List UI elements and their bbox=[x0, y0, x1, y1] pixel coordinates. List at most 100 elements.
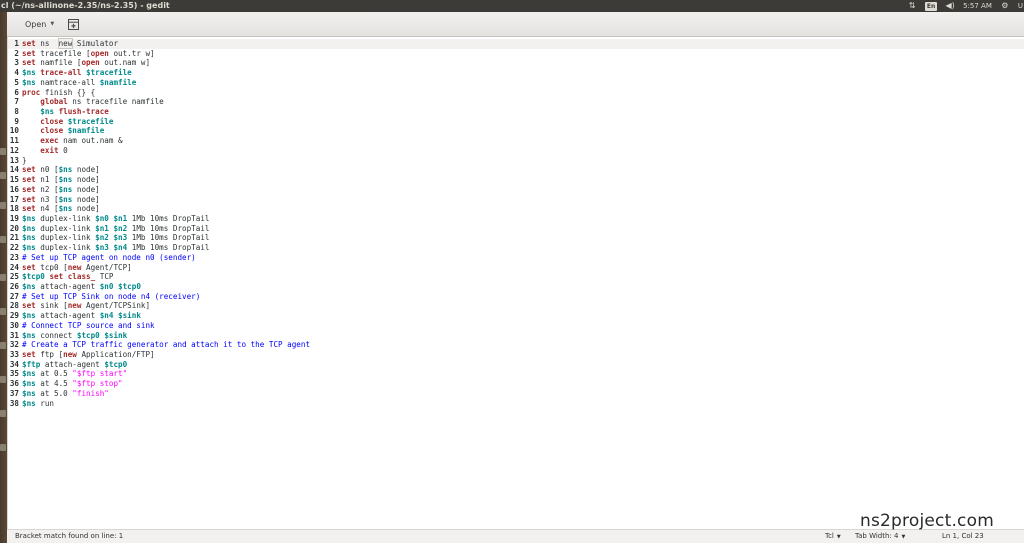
code-line[interactable]: 19 $ns duplex-link $n0 $n1 1Mb 10ms DropT… bbox=[8, 214, 1024, 224]
chevron-down-icon: ▼ bbox=[50, 21, 55, 27]
code-text: $tcp0 set class_ TCP bbox=[22, 272, 114, 282]
code-line[interactable]: 17 set n3 [$ns node] bbox=[8, 195, 1024, 205]
launcher-app-icon[interactable] bbox=[0, 444, 6, 451]
code-line[interactable]: 15 set n1 [$ns node] bbox=[8, 175, 1024, 185]
code-text: set n2 [$ns node] bbox=[22, 184, 100, 194]
code-text: $ns run bbox=[22, 398, 55, 408]
code-line[interactable]: 31 $ns connect $tcp0 $sink bbox=[8, 331, 1024, 341]
line-number: 25 bbox=[9, 272, 19, 282]
line-number: 16 bbox=[9, 184, 19, 194]
line-number: 37 bbox=[9, 388, 19, 398]
code-line[interactable]: 3 set namfile [open out.nam w] bbox=[8, 58, 1024, 68]
language-label: Tcl bbox=[825, 532, 834, 540]
code-line[interactable]: 14 set n0 [$ns node] bbox=[8, 165, 1024, 175]
launcher-app-icon[interactable] bbox=[0, 274, 6, 281]
open-button[interactable]: Open ▼ bbox=[15, 17, 61, 32]
line-number: 22 bbox=[9, 243, 19, 253]
code-line[interactable]: 35 $ns at 0.5 "$ftp start" bbox=[8, 369, 1024, 379]
line-number: 34 bbox=[9, 359, 19, 369]
code-line[interactable]: 2 set tracefile [open out.tr w] bbox=[8, 49, 1024, 59]
launcher-app-icon[interactable] bbox=[0, 376, 6, 383]
code-line[interactable]: 28 set sink [new Agent/TCPSink] bbox=[8, 301, 1024, 311]
code-text: $ftp attach-agent $tcp0 bbox=[22, 359, 128, 369]
tab-width-selector[interactable]: Tab Width: 4 ▼ bbox=[855, 530, 905, 543]
status-message: Bracket match found on line: 1 bbox=[15, 532, 124, 540]
code-line[interactable]: 22 $ns duplex-link $n3 $n4 1Mb 10ms DropT… bbox=[8, 243, 1024, 253]
code-text: set n1 [$ns node] bbox=[22, 175, 100, 185]
line-number: 12 bbox=[9, 145, 19, 155]
code-text: set n4 [$ns node] bbox=[22, 204, 100, 214]
code-line[interactable]: 21 $ns duplex-link $n2 $n3 1Mb 10ms DropT… bbox=[8, 233, 1024, 243]
launcher-app-icon[interactable] bbox=[0, 202, 6, 209]
launcher-app-icon[interactable] bbox=[0, 342, 6, 349]
code-text: # Set up TCP Sink on node n4 (receiver) bbox=[22, 291, 201, 301]
code-line[interactable]: 30 # Connect TCP source and sink bbox=[8, 321, 1024, 331]
cursor-position: Ln 1, Col 23 bbox=[942, 532, 984, 540]
code-line[interactable]: 20 $ns duplex-link $n1 $n2 1Mb 10ms DropT… bbox=[8, 224, 1024, 234]
code-text: global ns tracefile namfile bbox=[40, 97, 164, 107]
keyboard-layout-indicator[interactable]: En bbox=[925, 1, 938, 11]
code-area[interactable]: 1 set ns new Simulator 2 set tracefile [ope… bbox=[8, 38, 1024, 409]
launcher-app-icon[interactable] bbox=[0, 148, 6, 155]
code-line[interactable]: 6 proc finish {} { bbox=[8, 88, 1024, 98]
code-line[interactable]: 23 # Set up TCP agent on node n0 (sender) bbox=[8, 253, 1024, 263]
open-button-label: Open bbox=[25, 20, 47, 29]
launcher-app-icon[interactable] bbox=[0, 172, 6, 179]
code-line[interactable]: 29 $ns attach-agent $n4 $sink bbox=[8, 311, 1024, 321]
code-text: exit 0 bbox=[40, 145, 68, 155]
line-number: 21 bbox=[9, 233, 19, 243]
code-text: close $namfile bbox=[40, 126, 105, 136]
text-editor[interactable]: 1 set ns new Simulator 2 set tracefile [ope… bbox=[7, 37, 1024, 529]
code-text: $ns at 0.5 "$ftp start" bbox=[22, 369, 128, 379]
line-number: 20 bbox=[9, 223, 19, 233]
code-line[interactable]: 5 $ns namtrace-all $namfile bbox=[8, 78, 1024, 88]
new-document-button[interactable] bbox=[66, 17, 80, 31]
language-selector[interactable]: Tcl ▼ bbox=[825, 530, 841, 543]
code-text: set n3 [$ns node] bbox=[22, 194, 100, 204]
code-line[interactable]: 26 $ns attach-agent $n0 $tcp0 bbox=[8, 282, 1024, 292]
code-line[interactable]: 10 close $namfile bbox=[8, 126, 1024, 136]
code-line[interactable]: 9 close $tracefile bbox=[8, 117, 1024, 127]
line-number: 13 bbox=[9, 155, 19, 165]
code-line[interactable]: 16 set n2 [$ns node] bbox=[8, 185, 1024, 195]
code-line[interactable]: 13} bbox=[8, 156, 1024, 166]
system-tray: ⇅ En ◀) 5:57 AM ⚙ U bbox=[907, 0, 1024, 12]
code-text: proc finish {} { bbox=[22, 87, 96, 97]
code-line[interactable]: 33 set ftp [new Application/FTP] bbox=[8, 350, 1024, 360]
code-line[interactable]: 1 set ns new Simulator bbox=[8, 38, 1024, 49]
launcher-app-icon[interactable] bbox=[0, 308, 6, 315]
code-line[interactable]: 25 $tcp0 set class_ TCP bbox=[8, 272, 1024, 282]
code-line[interactable]: 32 # Create a TCP traffic generator and a… bbox=[8, 340, 1024, 350]
code-line[interactable]: 34 $ftp attach-agent $tcp0 bbox=[8, 360, 1024, 370]
new-document-icon bbox=[67, 18, 79, 30]
code-line[interactable]: 38 $ns run bbox=[8, 399, 1024, 409]
launcher-app-icon[interactable] bbox=[0, 410, 6, 417]
line-number: 24 bbox=[9, 262, 19, 272]
code-line[interactable]: 12 exit 0 bbox=[8, 146, 1024, 156]
chevron-down-icon: ▼ bbox=[901, 534, 906, 540]
gear-icon[interactable]: ⚙ bbox=[1000, 1, 1010, 11]
launcher-app-icon[interactable] bbox=[0, 236, 6, 243]
line-number: 9 bbox=[14, 116, 19, 126]
line-number: 6 bbox=[14, 87, 19, 97]
code-line[interactable]: 11 exec nam out.nam & bbox=[8, 136, 1024, 146]
watermark-text: ns2project.com bbox=[860, 511, 994, 531]
code-text: $ns trace-all $tracefile bbox=[22, 68, 132, 78]
up-down-arrows-icon[interactable]: ⇅ bbox=[907, 1, 917, 11]
code-line[interactable]: 24 set tcp0 [new Agent/TCP] bbox=[8, 263, 1024, 273]
clock[interactable]: 5:57 AM bbox=[963, 0, 992, 12]
line-number: 18 bbox=[9, 204, 19, 214]
code-line[interactable]: 4 $ns trace-all $tracefile bbox=[8, 68, 1024, 78]
code-line[interactable]: 27 # Set up TCP Sink on node n4 (receiver… bbox=[8, 292, 1024, 302]
system-top-bar: cl (~/ns-allinone-2.35/ns-2.35) - gedit … bbox=[0, 0, 1024, 12]
code-line[interactable]: 36 $ns at 4.5 "$ftp stop" bbox=[8, 379, 1024, 389]
line-number: 31 bbox=[9, 330, 19, 340]
code-line[interactable]: 8 $ns flush-trace bbox=[8, 107, 1024, 117]
user-menu[interactable]: U bbox=[1018, 0, 1023, 12]
code-line[interactable]: 37 $ns at 5.0 "finish" bbox=[8, 389, 1024, 399]
code-text: $ns at 5.0 "finish" bbox=[22, 388, 109, 398]
speaker-icon[interactable]: ◀) bbox=[945, 1, 955, 11]
code-line[interactable]: 7 global ns tracefile namfile bbox=[8, 97, 1024, 107]
line-number: 32 bbox=[9, 340, 19, 350]
code-line[interactable]: 18 set n4 [$ns node] bbox=[8, 204, 1024, 214]
